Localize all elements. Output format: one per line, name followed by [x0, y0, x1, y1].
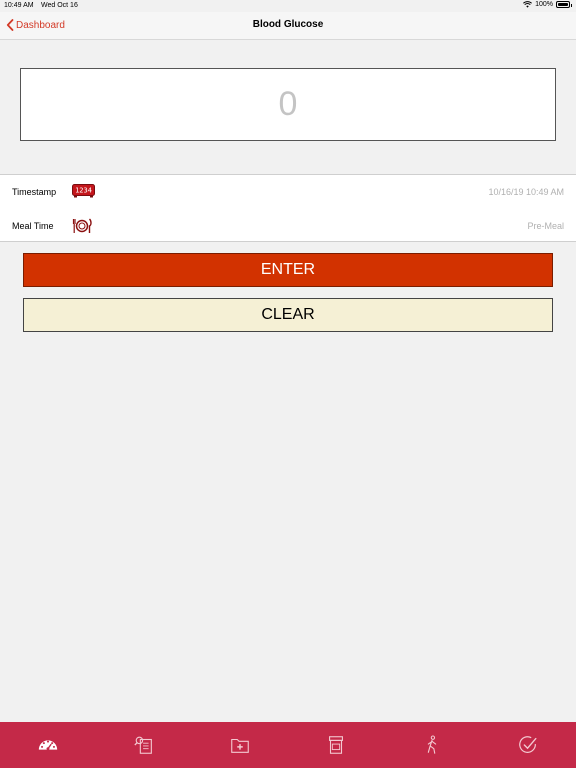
meal-time-value: Pre-Meal — [527, 221, 564, 231]
navigation-bar: Dashboard Blood Glucose — [0, 12, 576, 40]
status-time: 10:49 AM — [4, 2, 34, 9]
digital-clock-icon: 1234 — [72, 184, 95, 198]
meal-time-row[interactable]: Meal Time Pre-Meal — [0, 209, 576, 243]
plate-utensils-icon — [72, 218, 92, 233]
status-bar: 10:49 AM Wed Oct 16 100% — [0, 0, 576, 12]
status-date: Wed Oct 16 — [41, 2, 78, 9]
meal-time-label: Meal Time — [12, 221, 54, 231]
walking-person-icon — [427, 735, 437, 754]
timestamp-label: Timestamp — [12, 187, 57, 197]
checkmark-circle-icon — [519, 736, 537, 753]
reading-details: Timestamp 1234 10/16/19 10:49 AM Meal Ti… — [0, 174, 576, 242]
clear-button[interactable]: CLEAR — [23, 298, 553, 332]
glucose-value-display[interactable]: 0 — [20, 68, 556, 141]
battery-percent: 100% — [535, 1, 553, 8]
medical-folder-icon — [231, 738, 249, 753]
tab-medical[interactable] — [192, 722, 288, 768]
tab-records[interactable] — [96, 722, 192, 768]
status-right: 100% — [523, 1, 572, 8]
tab-dashboard[interactable] — [0, 722, 96, 768]
tab-checklist[interactable] — [480, 722, 576, 768]
prescription-bottle-icon — [329, 736, 343, 754]
document-search-icon — [134, 736, 152, 754]
tab-bar — [0, 722, 576, 768]
page-title: Blood Glucose — [252, 19, 324, 30]
timestamp-value: 10/16/19 10:49 AM — [488, 187, 564, 197]
wifi-icon — [523, 1, 533, 8]
battery-icon — [556, 1, 572, 8]
glucose-value: 0 — [278, 85, 298, 123]
timestamp-row[interactable]: Timestamp 1234 10/16/19 10:49 AM — [0, 175, 576, 209]
gauge-icon — [38, 740, 58, 751]
tab-medications[interactable] — [288, 722, 384, 768]
tab-activity[interactable] — [384, 722, 480, 768]
digital-clock-text: 1234 — [75, 187, 92, 195]
enter-button[interactable]: ENTER — [23, 253, 553, 287]
